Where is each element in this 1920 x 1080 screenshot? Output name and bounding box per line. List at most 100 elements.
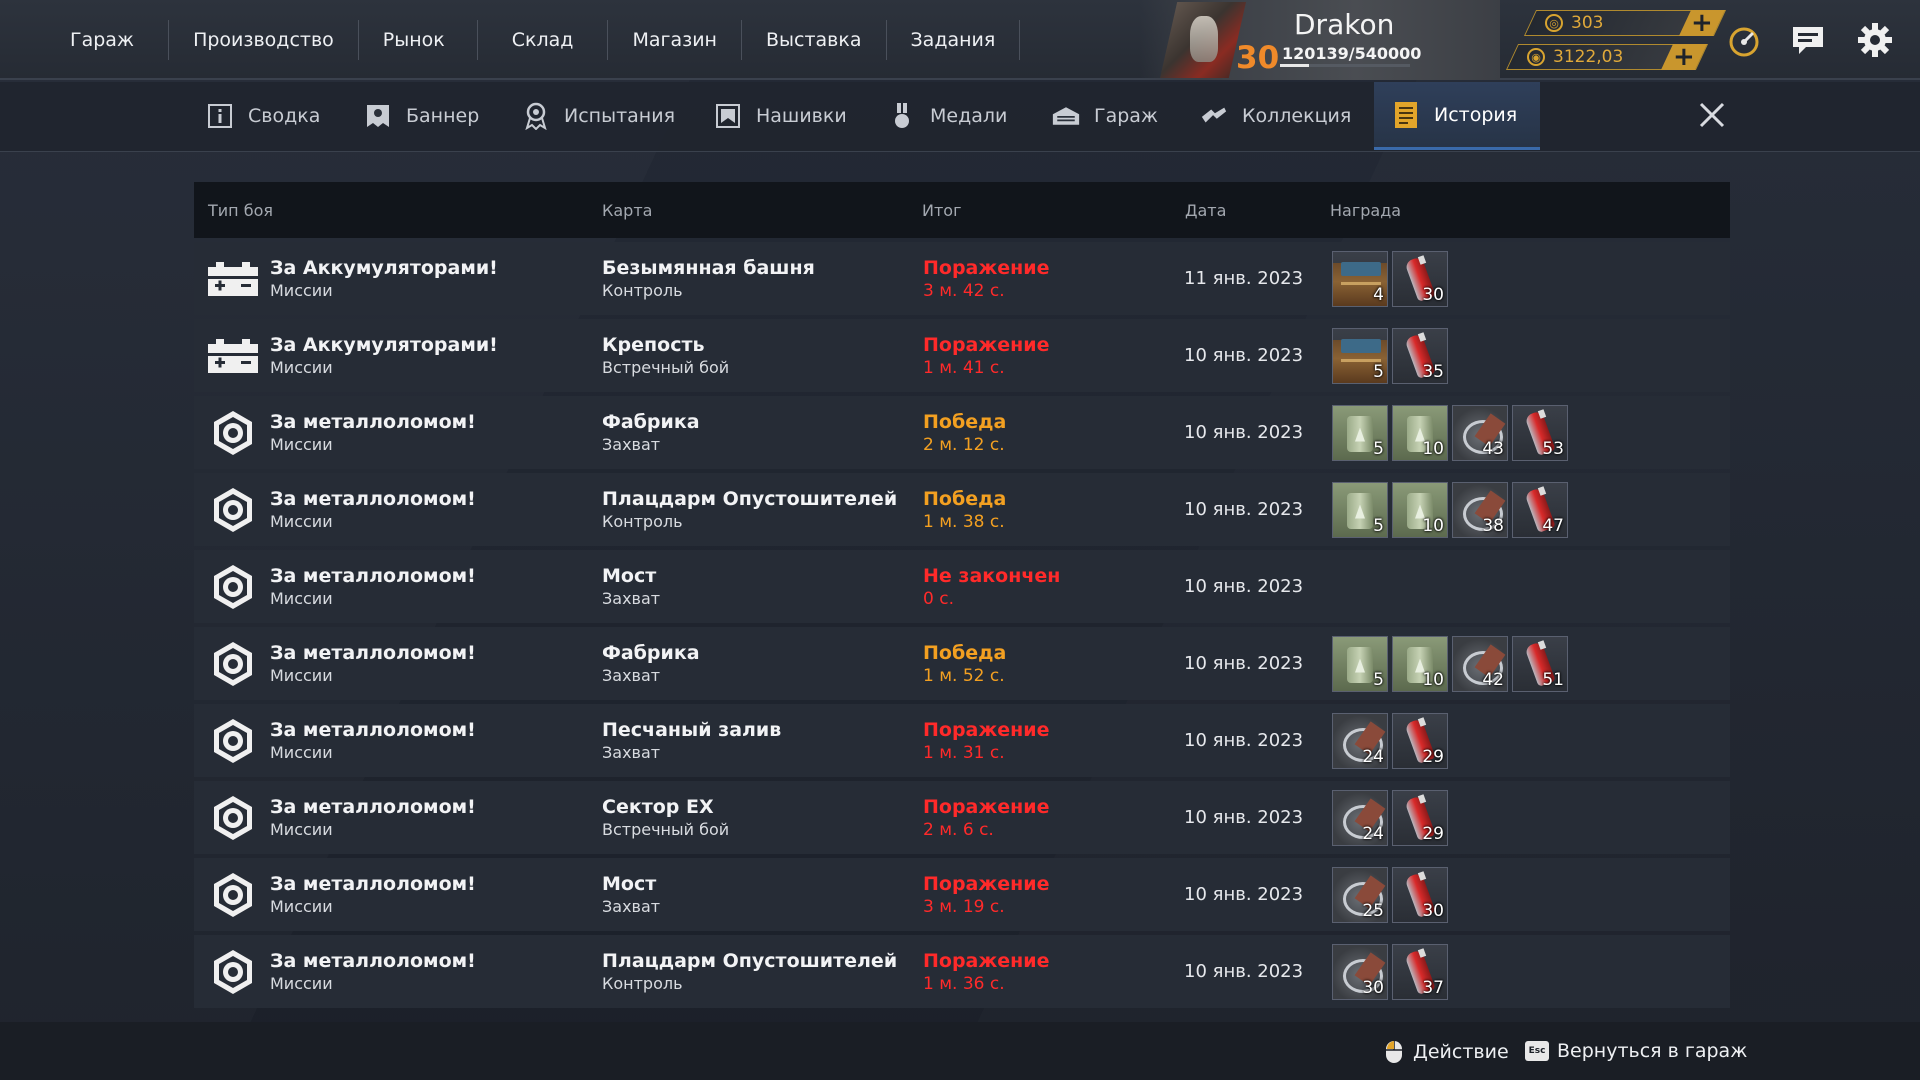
nav-exhibition[interactable]: Выставка [742,20,887,60]
table-row[interactable]: За металлоломом! Миссии Фабрика Захват Побед… [194,396,1730,469]
tab-history[interactable]: История [1374,82,1540,150]
reward-item-jar[interactable]: 5 [1332,635,1388,692]
reward-item-fuel[interactable]: 29 [1392,712,1448,769]
reward-count: 30 [1362,977,1384,998]
reward-item-scrap[interactable]: 25 [1332,866,1388,923]
reward-item-jar[interactable]: 10 [1392,404,1448,461]
reward-item-scrap[interactable]: 30 [1332,943,1388,1000]
reward-cell: 5 10 43 53 [1332,404,1568,461]
map-mode: Контроль [602,280,683,300]
map-cell: Мост Захват [602,564,660,610]
tab-challenges[interactable]: Испытания [522,82,675,150]
top-bar: Гараж Производство Рынок Склад Магазин В… [0,0,1920,80]
reward-item-jar[interactable]: 5 [1332,404,1388,461]
battle-date: 10 янв. 2023 [1184,345,1304,366]
reward-item-scrap[interactable]: 24 [1332,712,1388,769]
tab-summary[interactable]: Сводка [206,82,320,150]
table-row[interactable]: За металлоломом! Миссии Песчаный залив Захв… [194,704,1730,777]
trophy-icon [522,102,550,130]
battle-mode: Миссии [270,357,333,377]
reward-item-scrap[interactable]: 42 [1452,635,1508,692]
map-mode: Контроль [602,511,683,531]
reward-count: 43 [1482,438,1504,459]
reward-item-crate[interactable]: 5 [1332,327,1388,384]
reward-item-fuel[interactable]: 30 [1392,866,1448,923]
reward-count: 25 [1362,900,1384,921]
header-result: Итог [922,200,962,220]
tab-banner[interactable]: Баннер [364,82,479,150]
reward-item-jar[interactable]: 5 [1332,481,1388,538]
reward-count: 51 [1542,669,1564,690]
nav-market[interactable]: Рынок [359,20,478,60]
table-row[interactable]: За Аккумуляторами! Миссии Безымянная башня… [194,242,1730,315]
table-row[interactable]: За металлоломом! Миссии Фабрика Захват Побед… [194,627,1730,700]
map-cell: Безымянная башня Контроль [602,256,815,302]
table-body: За Аккумуляторами! Миссии Безымянная башня… [194,242,1730,1008]
nav-tasks[interactable]: Задания [887,20,1021,60]
reward-item-fuel[interactable]: 47 [1512,481,1568,538]
reward-count: 24 [1362,823,1384,844]
table-row[interactable]: За металлоломом! Миссии Плацдарм Опустошит… [194,935,1730,1008]
reward-item-jar[interactable]: 10 [1392,635,1448,692]
reward-item-scrap[interactable]: 24 [1332,789,1388,846]
back-to-garage-button[interactable]: Esc Вернуться в гараж [1525,1040,1747,1062]
close-icon[interactable] [1692,95,1732,135]
tab-collection[interactable]: Коллекция [1200,82,1351,150]
result-status: Не закончен [923,564,1061,587]
reward-item-fuel[interactable]: 37 [1392,943,1448,1000]
coins-value: 303 [1571,13,1604,33]
reward-cell: 24 29 [1332,789,1448,846]
result-status: Победа [923,641,1007,664]
map-name: Сектор EX [602,795,714,818]
battle-type-name: За металлоломом! [270,718,476,741]
battle-date: 10 янв. 2023 [1184,576,1304,597]
result-cell: Поражение 2 м. 6 с. [923,795,1050,841]
map-mode: Встречный бой [602,357,730,377]
reward-item-jar[interactable]: 10 [1392,481,1448,538]
reward-item-fuel[interactable]: 51 [1512,635,1568,692]
table-row[interactable]: За металлоломом! Миссии Сектор EX Встречный… [194,781,1730,854]
nav-production[interactable]: Производство [169,20,359,60]
table-row[interactable]: За металлоломом! Миссии Плацдарм Опустошит… [194,473,1730,546]
battle-type-name: За Аккумуляторами! [270,256,498,279]
battery-icon [208,331,258,381]
reward-cell: 4 30 [1332,250,1448,307]
action-button[interactable]: Действие [1385,1040,1509,1064]
battle-duration: 0 с. [923,588,954,609]
map-name: Мост [602,872,657,895]
battery-icon [208,254,258,304]
esc-key-icon: Esc [1525,1041,1549,1061]
nav-shop[interactable]: Магазин [608,20,742,60]
chat-icon[interactable] [1788,20,1828,60]
reward-item-fuel[interactable]: 35 [1392,327,1448,384]
table-row[interactable]: За Аккумуляторами! Миссии Крепость Встречны… [194,319,1730,392]
player-username: Drakon [1294,8,1395,41]
tab-garage[interactable]: Гараж [1052,82,1158,150]
reward-cell: 5 10 42 51 [1332,635,1568,692]
battle-type-cell: За металлоломом! Миссии [208,408,476,458]
tab-patches[interactable]: Нашивки [714,82,847,150]
battle-type-name: За металлоломом! [270,795,476,818]
speedometer-icon[interactable] [1724,20,1764,60]
reward-item-scrap[interactable]: 43 [1452,404,1508,461]
battle-type-cell: За металлоломом! Миссии [208,485,476,535]
reward-item-crate[interactable]: 4 [1332,250,1388,307]
battle-mode: Миссии [270,665,333,685]
nav-storage[interactable]: Склад [478,20,609,60]
reward-item-fuel[interactable]: 29 [1392,789,1448,846]
reward-item-fuel[interactable]: 30 [1392,250,1448,307]
battle-type-cell: За металлоломом! Миссии [208,716,476,766]
battle-type-name: За металлоломом! [270,872,476,895]
nav-garage[interactable]: Гараж [46,20,170,60]
table-row[interactable]: За металлоломом! Миссии Мост Захват Не закон… [194,550,1730,623]
player-emblem [1160,2,1246,78]
reward-cell: 5 10 38 47 [1332,481,1568,538]
player-profile[interactable]: 30 Drakon 120139/540000 [1140,0,1500,80]
table-row[interactable]: За металлоломом! Миссии Мост Захват Поражени… [194,858,1730,931]
result-cell: Поражение 1 м. 31 с. [923,718,1050,764]
tab-medals[interactable]: Медали [888,82,1007,150]
gear-icon[interactable] [1855,20,1895,60]
reward-item-scrap[interactable]: 38 [1452,481,1508,538]
reward-item-fuel[interactable]: 53 [1512,404,1568,461]
header-reward: Награда [1330,200,1402,220]
